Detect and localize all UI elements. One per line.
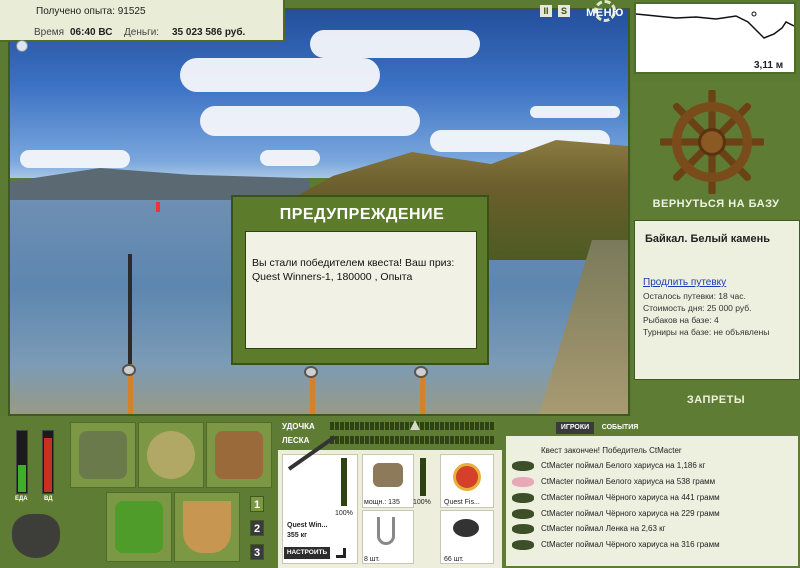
line-tension-label: ЛЕСКА bbox=[282, 436, 310, 445]
hooks-count: 8 шт. bbox=[364, 556, 380, 563]
beetle-bait-icon bbox=[453, 519, 479, 537]
vodka-meter-fill bbox=[44, 438, 52, 492]
rod-name: Quest Win... bbox=[287, 522, 328, 529]
event-item: CtMacter поймал Чёрного хариуса на 229 г… bbox=[541, 509, 720, 518]
depth-profile: 3,11 м bbox=[634, 2, 796, 74]
fish-icon bbox=[512, 509, 534, 519]
page-2-button[interactable]: 2 bbox=[250, 520, 264, 536]
cloud bbox=[20, 150, 130, 168]
menu-button[interactable]: МЕНЮ bbox=[585, 2, 625, 22]
anglers-count: Рыбаков на базе: 4 bbox=[643, 315, 719, 325]
food-basket-icon bbox=[115, 501, 163, 553]
rod-condition-bar bbox=[341, 458, 347, 506]
arrow-icon bbox=[336, 548, 346, 558]
cloud bbox=[530, 106, 620, 118]
food-label: ЕДА bbox=[15, 496, 28, 502]
reel-condition-bar bbox=[420, 458, 426, 496]
time-value: 06:40 ВС bbox=[70, 27, 113, 38]
buoy bbox=[156, 202, 160, 212]
money-value: 35 023 586 руб. bbox=[172, 27, 246, 38]
tournaments-status: Турниры на базе: не объявлены bbox=[643, 327, 770, 337]
extend-pass-link[interactable]: Продлить путевку bbox=[643, 277, 726, 288]
bucket-icon bbox=[183, 501, 231, 553]
tab-players[interactable]: ИГРОКИ bbox=[556, 422, 594, 434]
settings-gear-icon[interactable] bbox=[16, 40, 28, 52]
lure-name: Quest Fis... bbox=[444, 499, 480, 506]
tab-events[interactable]: СОБЫТИЯ bbox=[598, 422, 642, 434]
hook-icon bbox=[377, 517, 395, 545]
fishing-rod-1[interactable] bbox=[128, 254, 132, 364]
line-tension-gauge bbox=[330, 436, 495, 444]
vodka-meter bbox=[42, 430, 54, 494]
event-item: CtMacter поймал Чёрного хариуса на 316 г… bbox=[541, 540, 720, 549]
base-panel: ВЕРНУТЬСЯ НА БАЗУ Байкал. Белый камень П… bbox=[632, 82, 800, 416]
reel-icon bbox=[373, 463, 403, 487]
location-name: Байкал. Белый камень bbox=[645, 233, 771, 245]
dialog-line-1: Вы стали победителем квеста! Ваш приз: bbox=[252, 257, 455, 269]
event-header: Квест закончен! Победитель CtMacter bbox=[541, 446, 682, 455]
lure-icon bbox=[453, 463, 481, 491]
money-label: Деньги: bbox=[124, 27, 160, 38]
bag-icon bbox=[147, 431, 195, 479]
inventory-slot-bag[interactable] bbox=[138, 422, 204, 488]
fish-icon bbox=[512, 493, 534, 503]
rod-tension-label: УДОЧКА bbox=[282, 422, 315, 431]
return-to-base-button[interactable]: ВЕРНУТЬСЯ НА БАЗУ bbox=[632, 198, 800, 210]
event-item: CtMacter поймал Чёрного хариуса на 441 г… bbox=[541, 493, 720, 502]
bans-button[interactable]: ЗАПРЕТЫ bbox=[632, 394, 800, 406]
setup-button[interactable]: НАСТРОИТЬ bbox=[284, 547, 330, 559]
bobber-position-icon bbox=[751, 11, 757, 17]
warning-dialog: ПРЕДУПРЕЖДЕНИЕ Вы стали победителем квес… bbox=[231, 195, 489, 365]
tackle-box-icon bbox=[79, 431, 127, 479]
dialog-message[interactable]: Вы стали победителем квеста! Ваш приз: Q… bbox=[245, 231, 477, 349]
inventory-slot-net[interactable] bbox=[206, 422, 272, 488]
page-3-button[interactable]: 3 bbox=[250, 544, 264, 560]
cloud bbox=[260, 150, 320, 166]
fish-icon bbox=[512, 540, 534, 550]
reel-percent: 100% bbox=[413, 499, 431, 506]
cloud bbox=[200, 106, 420, 136]
inventory-slot-tackle-box[interactable] bbox=[70, 422, 136, 488]
event-item: CtMacter поймал Белого хариуса на 538 гр… bbox=[541, 477, 716, 486]
inventory-slot-bucket[interactable] bbox=[174, 492, 240, 562]
events-tabs bbox=[506, 420, 798, 436]
reel-icon bbox=[414, 366, 428, 378]
tension-marker-icon bbox=[410, 420, 420, 430]
food-meter bbox=[16, 430, 28, 494]
page-1-button[interactable]: 1 bbox=[250, 496, 264, 512]
fishing-rod-2[interactable] bbox=[310, 374, 315, 414]
cloud bbox=[310, 30, 480, 58]
inventory-slot-basket[interactable] bbox=[106, 492, 172, 562]
player-info-panel: Получено опыта: 91525 Время 06:40 ВС Ден… bbox=[0, 0, 285, 42]
time-label: Время bbox=[34, 27, 65, 38]
fish-icon bbox=[512, 477, 534, 487]
sound-button[interactable]: S bbox=[558, 5, 570, 17]
xp-text: Получено опыта: 91525 bbox=[36, 6, 146, 17]
dialog-title: ПРЕДУПРЕЖДЕНИЕ bbox=[279, 206, 445, 223]
fishing-rod-3[interactable] bbox=[420, 374, 425, 414]
reel-power: мощн.: 135 bbox=[364, 499, 400, 506]
dialog-line-2: Quest Winners-1, 180000 , Опыта bbox=[252, 271, 413, 283]
day-cost: Стоимость дня: 25 000 руб. bbox=[643, 303, 752, 313]
fish-icon bbox=[512, 524, 534, 534]
depth-value: 3,11 м bbox=[754, 60, 784, 71]
rod-weight: 355 кг bbox=[287, 532, 308, 539]
bait-count: 66 шт. bbox=[444, 556, 464, 563]
landing-net-icon bbox=[215, 431, 263, 479]
cauldron-icon[interactable] bbox=[12, 514, 60, 558]
reel-icon bbox=[122, 364, 136, 376]
ship-wheel-icon[interactable] bbox=[660, 90, 764, 194]
reel-icon bbox=[304, 366, 318, 378]
cloud bbox=[180, 58, 380, 92]
base-info-box: Байкал. Белый камень Продлить путевку Ос… bbox=[634, 220, 800, 380]
food-meter-fill bbox=[18, 465, 26, 492]
pass-remaining: Осталось путевки: 18 час. bbox=[643, 291, 746, 301]
pause-button[interactable]: II bbox=[540, 5, 552, 17]
vodka-label: ВД bbox=[44, 496, 53, 502]
rod-percent: 100% bbox=[335, 510, 353, 517]
fish-icon bbox=[512, 461, 534, 471]
event-item: CtMacter поймал Белого хариуса на 1,186 … bbox=[541, 461, 706, 470]
event-item: CtMacter поймал Ленка на 2,63 кг bbox=[541, 524, 666, 533]
